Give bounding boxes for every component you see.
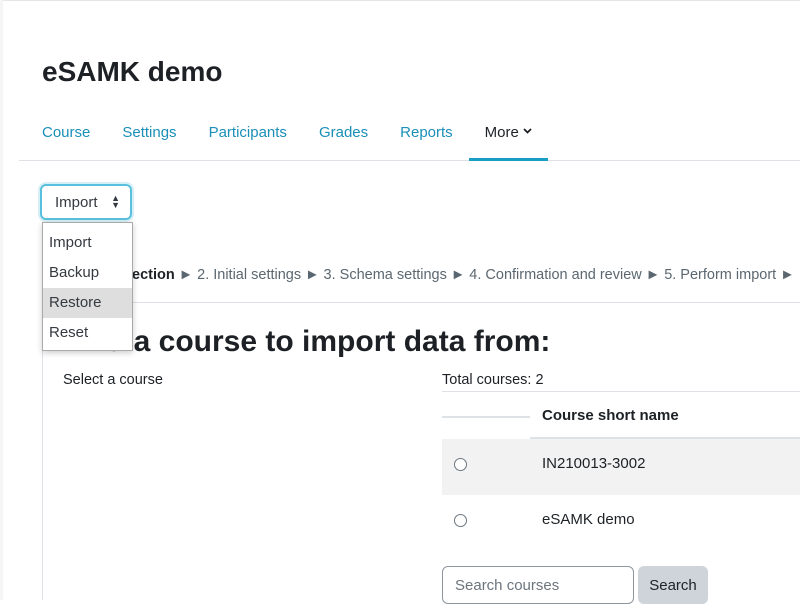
option-restore[interactable]: Restore <box>43 288 132 318</box>
tab-course[interactable]: Course <box>19 104 106 160</box>
import-steps: ection ► 2. Initial settings ► 3. Schema… <box>132 267 795 283</box>
tab-reports-label: Reports <box>400 123 453 141</box>
tab-more[interactable]: More <box>468 104 549 161</box>
column-header-short-name[interactable]: Course short name <box>542 407 679 424</box>
table-row[interactable]: IN210013-3002 <box>442 439 800 495</box>
action-select[interactable]: Import ▲ ▼ <box>40 184 132 220</box>
step-separator: ► <box>178 267 194 283</box>
page-left-border <box>0 0 3 600</box>
step-separator: ► <box>450 267 466 283</box>
course-short-name: IN210013-3002 <box>542 455 646 472</box>
step-separator: ► <box>305 267 320 283</box>
steps-divider <box>42 302 800 303</box>
select-course-label: Select a course <box>63 372 163 388</box>
tab-participants[interactable]: Participants <box>193 104 303 160</box>
course-radio[interactable] <box>454 458 467 471</box>
table-row[interactable]: eSAMK demo <box>442 495 800 551</box>
search-button[interactable]: Search <box>638 566 708 604</box>
action-select-dropdown: Import Backup Restore Reset <box>42 222 133 351</box>
option-backup[interactable]: Backup <box>43 258 132 288</box>
tab-participants-label: Participants <box>208 123 287 141</box>
search-courses-input[interactable] <box>442 566 634 604</box>
step-separator: ► <box>780 267 795 283</box>
tab-grades[interactable]: Grades <box>303 104 384 160</box>
chevron-down-icon <box>523 126 532 137</box>
tab-course-label: Course <box>42 123 91 141</box>
step-4: 4. Confirmation and review <box>469 267 642 283</box>
step-current: ection <box>132 267 175 283</box>
step-3: 3. Schema settings <box>323 267 447 283</box>
course-radio[interactable] <box>454 514 467 527</box>
option-reset[interactable]: Reset <box>43 318 132 348</box>
page-title: eSAMK demo <box>42 56 223 87</box>
tab-more-label: More <box>484 123 519 141</box>
table-header-radio-border <box>442 416 530 418</box>
tab-settings[interactable]: Settings <box>106 104 192 160</box>
action-select-value: Import <box>55 193 98 211</box>
sort-updown-icon: ▲ ▼ <box>111 193 120 210</box>
step-separator: ► <box>645 267 661 283</box>
step-5: 5. Perform import <box>664 267 777 283</box>
tab-grades-label: Grades <box>318 123 369 141</box>
tab-settings-label: Settings <box>122 123 177 141</box>
tab-reports[interactable]: Reports <box>384 104 469 160</box>
course-short-name: eSAMK demo <box>542 511 635 528</box>
import-heading: Find a course to import data from: <box>62 325 551 358</box>
top-border <box>0 0 800 1</box>
step-2: 2. Initial settings <box>197 267 302 283</box>
secondary-navigation: Course Settings Participants Grades Repo… <box>19 104 800 161</box>
total-courses: Total courses: 2 <box>442 372 544 388</box>
option-import[interactable]: Import <box>43 228 132 258</box>
